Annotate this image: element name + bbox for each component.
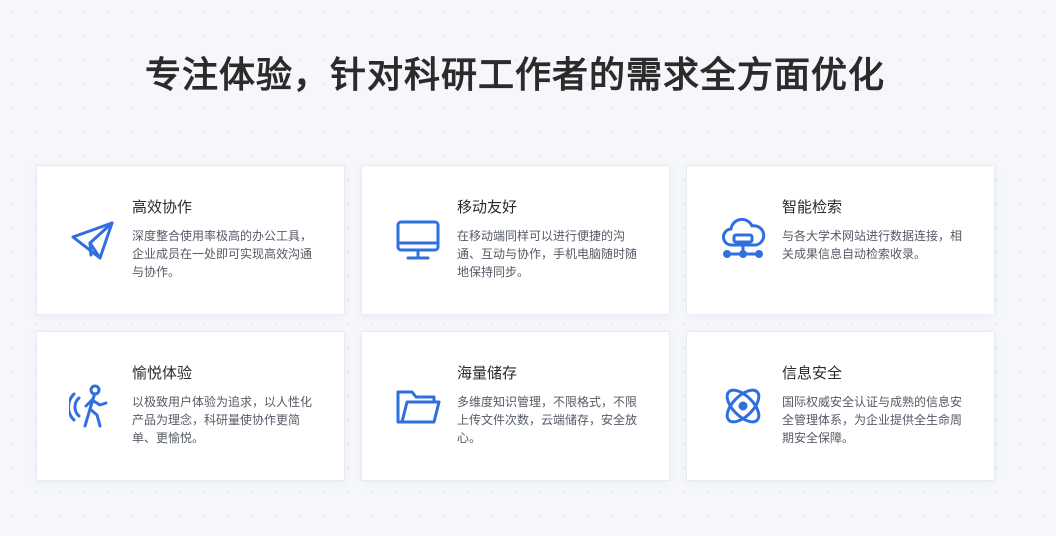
- cloud-network-icon: [719, 216, 767, 264]
- feature-card-search[interactable]: 智能检索 与各大学术网站进行数据连接，相关成果信息自动检索收录。: [686, 165, 995, 315]
- card-title: 高效协作: [132, 198, 193, 216]
- feature-card-collaboration[interactable]: 高效协作 深度整合使用率极高的办公工具，企业成员在一处即可实现高效沟通与协作。: [36, 165, 345, 315]
- card-description: 在移动端同样可以进行便捷的沟通、互动与协作，手机电脑随时随地保持同步。: [457, 229, 638, 279]
- card-description: 深度整合使用率极高的办公工具，企业成员在一处即可实现高效沟通与协作。: [132, 229, 313, 279]
- feature-card-experience[interactable]: 愉悦体验 以极致用户体验为追求，以人性化产品为理念，科研量使协作更简单、更愉悦。: [36, 331, 345, 481]
- monitor-icon: [394, 216, 442, 264]
- feature-card-security[interactable]: 信息安全 国际权威安全认证与成熟的信息安全管理体系，为企业提供全生命周期安全保障…: [686, 331, 995, 481]
- folder-icon: [394, 382, 442, 430]
- atom-shield-icon: [719, 382, 767, 430]
- card-title: 海量储存: [457, 364, 518, 382]
- feature-card-storage[interactable]: 海量储存 多维度知识管理，不限格式，不限上传文件次数，云端储存，安全放心。: [361, 331, 670, 481]
- person-walking-icon: [69, 382, 117, 430]
- card-description: 多维度知识管理，不限格式，不限上传文件次数，云端储存，安全放心。: [457, 395, 638, 445]
- card-description: 以极致用户体验为追求，以人性化产品为理念，科研量使协作更简单、更愉悦。: [132, 395, 313, 445]
- paper-plane-icon: [69, 216, 117, 264]
- feature-grid: 高效协作 深度整合使用率极高的办公工具，企业成员在一处即可实现高效沟通与协作。 …: [36, 165, 996, 481]
- card-description: 与各大学术网站进行数据连接，相关成果信息自动检索收录。: [782, 229, 963, 261]
- card-title: 智能检索: [782, 198, 843, 216]
- feature-card-mobile[interactable]: 移动友好 在移动端同样可以进行便捷的沟通、互动与协作，手机电脑随时随地保持同步。: [361, 165, 670, 315]
- card-title: 信息安全: [782, 364, 843, 382]
- page-title: 专注体验，针对科研工作者的需求全方面优化: [144, 55, 885, 96]
- card-description: 国际权威安全认证与成熟的信息安全管理体系，为企业提供全生命周期安全保障。: [782, 395, 963, 445]
- card-title: 移动友好: [457, 198, 518, 216]
- card-title: 愉悦体验: [132, 364, 193, 382]
